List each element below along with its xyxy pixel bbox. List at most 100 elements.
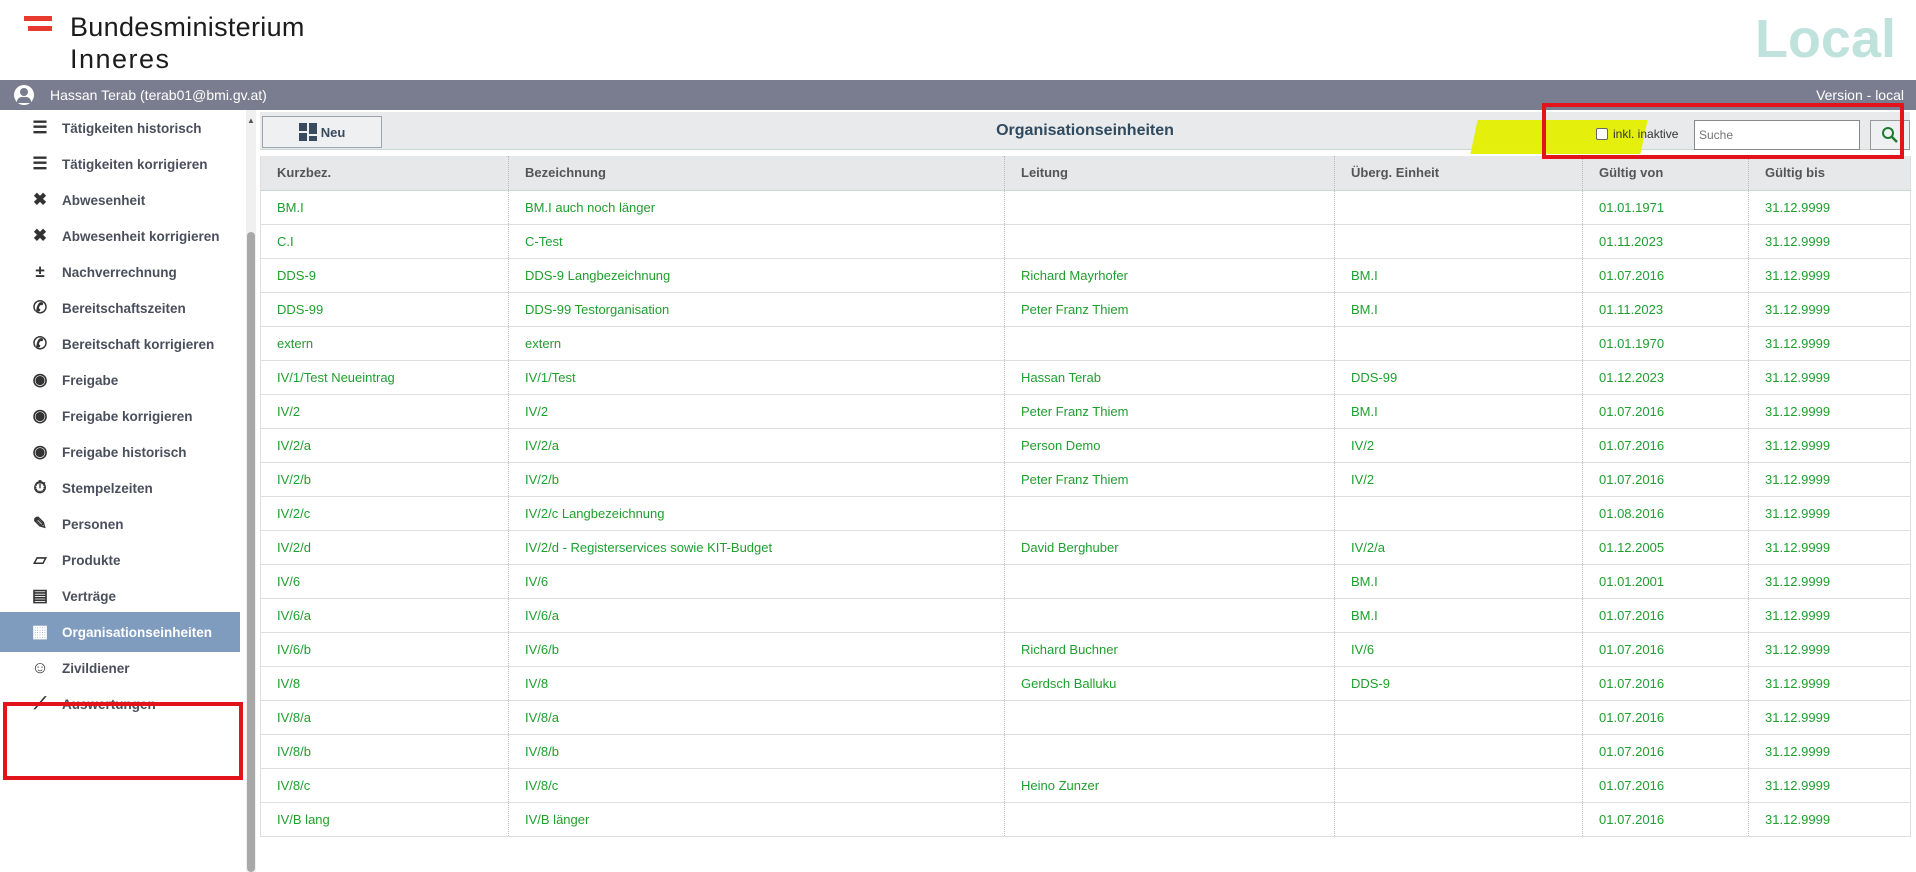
table-cell: IV/2 (1334, 462, 1583, 497)
table-cell: 01.07.2016 (1582, 598, 1749, 633)
search-button[interactable] (1870, 120, 1910, 150)
sidebar-item-label: Stempelzeiten (62, 480, 153, 496)
sidebar-item-label: Personen (62, 516, 124, 532)
brand-line2: Inneres (70, 44, 171, 74)
brand-line1: Bundesministerium (70, 12, 305, 42)
table-cell: BM.I auch noch länger (508, 190, 1005, 225)
table-row[interactable]: IV/2/d IV/2/d - Registerservices sowie KI… (260, 530, 1911, 565)
table-cell: IV/8/a (508, 700, 1005, 735)
table-cell: 01.07.2016 (1582, 666, 1749, 701)
sidebar-item-label: Zivildiener (62, 660, 130, 676)
table-row[interactable]: IV/6/a IV/6/a BM.I 01.07.2016 31.12.9999 (260, 598, 1911, 633)
table-cell: extern (508, 326, 1005, 361)
table-row[interactable]: C.I C-Test 01.11.2023 31.12.9999 (260, 224, 1911, 259)
line-chart-icon: ⟋ (34, 694, 46, 713)
table-cell: 01.07.2016 (1582, 734, 1749, 769)
sidebar-scroll-thumb[interactable] (247, 232, 255, 872)
inactive-filter[interactable]: inkl. inaktive (1596, 127, 1678, 141)
table-cell: C-Test (508, 224, 1005, 259)
version-label: Version - local (1816, 87, 1904, 103)
table-row[interactable]: IV/8/a IV/8/a 01.07.2016 31.12.9999 (260, 700, 1911, 735)
table-cell: IV/6/b (260, 632, 509, 667)
austria-flag-logo (24, 16, 52, 36)
column-header[interactable]: Überg. Einheit (1334, 156, 1583, 191)
table-cell: IV/2 (1334, 428, 1583, 463)
table-row[interactable]: IV/2 IV/2 Peter Franz Thiem BM.I 01.07.2016 3… (260, 394, 1911, 429)
table-cell: DDS-99 Testorganisation (508, 292, 1005, 327)
table-cell (1334, 326, 1583, 361)
table-cell: 31.12.9999 (1748, 326, 1911, 361)
table-cell: 01.07.2016 (1582, 768, 1749, 803)
main-content: Organisationseinheiten Neu inkl. inaktiv… (260, 110, 1916, 872)
table-cell: IV/2/b (260, 462, 509, 497)
column-header[interactable]: Bezeichnung (508, 156, 1005, 191)
sidebar-item-auswertungen[interactable]: ⟋ Auswertungen (0, 682, 240, 726)
table-cell: BM.I (1334, 258, 1583, 293)
table-row[interactable]: IV/2/b IV/2/b Peter Franz Thiem IV/2 01.07.2… (260, 462, 1911, 497)
table-cell: IV/B länger (508, 802, 1005, 837)
table-row[interactable]: extern extern 01.01.1970 31.12.9999 (260, 326, 1911, 361)
table-cell: DDS-9 (260, 258, 509, 293)
table-cell: extern (260, 326, 509, 361)
table-row[interactable]: IV/8/b IV/8/b 01.07.2016 31.12.9999 (260, 734, 1911, 769)
table-cell (1004, 496, 1335, 531)
table-cell: IV/6 (508, 564, 1005, 599)
table-cell: 31.12.9999 (1748, 666, 1911, 701)
table-header-row: Kurzbez. Bezeichnung Leitung Überg. Einheit… (260, 156, 1911, 191)
search-input[interactable] (1694, 120, 1860, 150)
column-header[interactable]: Gültig bis (1748, 156, 1911, 191)
table-row[interactable]: BM.I BM.I auch noch länger 01.01.1971 31.12… (260, 190, 1911, 225)
sidebar-item-label: Freigabe (62, 372, 119, 388)
person-remove-icon: ✖ (32, 226, 48, 245)
column-header[interactable]: Gültig von (1582, 156, 1749, 191)
table-cell: BM.I (1334, 292, 1583, 327)
table-row[interactable]: IV/6/b IV/6/b Richard Buchner IV/6 01.07.201… (260, 632, 1911, 667)
table-cell: 31.12.9999 (1748, 360, 1911, 395)
table-cell: Gerdsch Balluku (1004, 666, 1335, 701)
table-cell: 01.11.2023 (1582, 224, 1749, 259)
eye-edit-icon: ◉ (32, 406, 48, 425)
table-row[interactable]: IV/2/c IV/2/c Langbezeichnung 01.08.2016 31… (260, 496, 1911, 531)
table-cell (1334, 734, 1583, 769)
table-cell: IV/6/a (260, 598, 509, 633)
person-edit-icon: ✎ (32, 514, 48, 533)
table-row[interactable]: IV/6 IV/6 BM.I 01.01.2001 31.12.9999 (260, 564, 1911, 599)
sidebar-item-label: Verträge (62, 588, 117, 604)
table-cell: 31.12.9999 (1748, 734, 1911, 769)
table-row[interactable]: DDS-99 DDS-99 Testorganisation Peter Franz… (260, 292, 1911, 327)
table-cell: IV/6 (1334, 632, 1583, 667)
account-icon[interactable] (14, 85, 34, 105)
table-cell: IV/2/a (260, 428, 509, 463)
column-header[interactable]: Leitung (1004, 156, 1335, 191)
cards-icon: ▱ (33, 550, 47, 569)
table-cell (1004, 700, 1335, 735)
sidebar-item-label: Produkte (62, 552, 121, 568)
table-cell: DDS-9 Langbezeichnung (508, 258, 1005, 293)
table-row[interactable]: IV/8 IV/8 Gerdsch Balluku DDS-9 01.07.2016 31… (260, 666, 1911, 701)
table-row[interactable]: IV/2/a IV/2/a Person Demo IV/2 01.07.2016 31.… (260, 428, 1911, 463)
table-cell: IV/2/a (1334, 530, 1583, 565)
sidebar-item-label: Abwesenheit (62, 192, 146, 208)
table-row[interactable]: IV/8/c IV/8/c Heino Zunzer 01.07.2016 31.12.… (260, 768, 1911, 803)
table-row[interactable]: IV/B lang IV/B länger 01.07.2016 31.12.9999 (260, 802, 1911, 837)
user-bar: Hassan Terab (terab01@bmi.gv.at) Version… (0, 80, 1916, 110)
table-cell (1004, 598, 1335, 633)
table-cell: 31.12.9999 (1748, 394, 1911, 429)
phone-icon: ✆ (32, 298, 48, 317)
table-cell: Hassan Terab (1004, 360, 1335, 395)
table-cell: 01.07.2016 (1582, 700, 1749, 735)
new-button[interactable]: Neu (262, 116, 382, 148)
table-row[interactable]: DDS-9 DDS-9 Langbezeichnung Richard Mayrho… (260, 258, 1911, 293)
column-header[interactable]: Kurzbez. (260, 156, 509, 191)
sidebar-item-label: Freigabe korrigieren (62, 408, 193, 424)
sidebar-item-label: Bereitschaftszeiten (62, 300, 186, 316)
table-cell (1334, 496, 1583, 531)
table-cell: 01.08.2016 (1582, 496, 1749, 531)
table-cell (1004, 802, 1335, 837)
table-row[interactable]: IV/1/Test Neueintrag IV/1/Test Hassan Tera… (260, 360, 1911, 395)
scroll-up-icon[interactable]: ▲ (246, 116, 256, 126)
inactive-checkbox[interactable] (1596, 128, 1608, 140)
app-header: Bundesministerium Inneres Local (0, 0, 1916, 80)
new-button-label: Neu (320, 124, 346, 140)
table-cell: 31.12.9999 (1748, 768, 1911, 803)
